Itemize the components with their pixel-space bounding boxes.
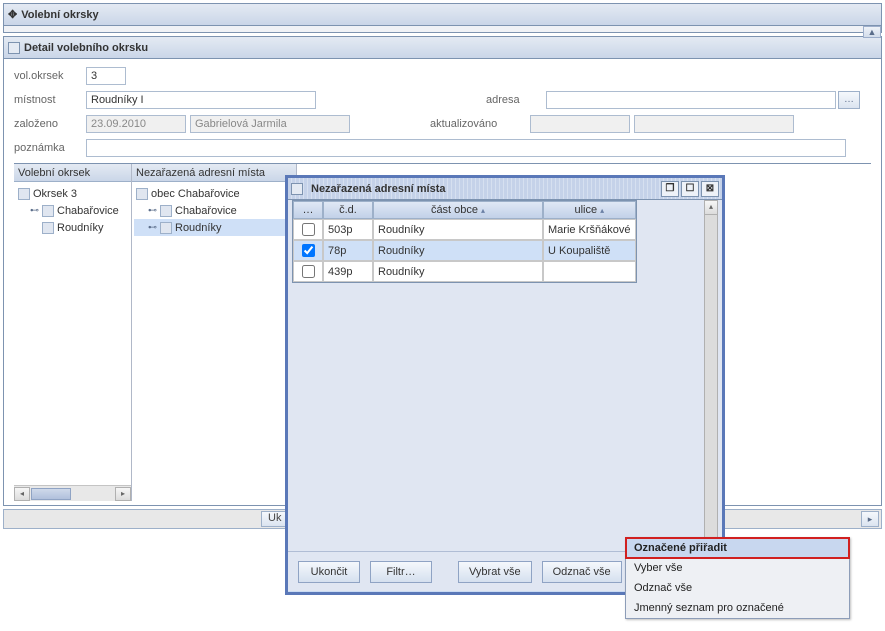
poznamka-label: poznámka [14,142,86,154]
aktualizovano-date-input [530,115,630,133]
node-icon [18,188,30,200]
window-icon [8,42,20,54]
scroll-thumb[interactable] [31,488,71,500]
tree-nezarazena: Nezařazená adresní místa obec Chabařovic… [132,164,297,501]
row-checkbox[interactable] [302,223,315,236]
adresa-browse-button[interactable]: … [838,91,860,109]
volebni-okrsky-title: Volební okrsky [21,9,98,21]
move-icon: ✥ [8,8,17,21]
v-scrollbar[interactable]: ▴ [704,200,718,551]
volebni-okrsky-header: ✥ Volební okrsky [4,4,881,26]
scroll-left-icon[interactable]: ◂ [14,487,30,501]
node-icon [160,205,172,217]
tree-node[interactable]: ⊷ Chabařovice [16,202,129,219]
tree-node[interactable]: ⊷ Roudníky [134,219,294,236]
volebni-okrsky-panel: ✥ Volební okrsky ▲ [3,3,882,33]
filtr-button[interactable]: Filtr… [370,561,432,583]
ukoncit-button[interactable]: Ukončit [298,561,360,583]
adresa-input[interactable] [546,91,836,109]
zalozeno-date-input [86,115,186,133]
address-table: … č.d. část obce▴ ulice▴ 503p Roudníky M… [292,200,637,283]
tree-volebni-okrsek: Volební okrsek Okrsek 3 ⊷ Chabařovice Ro… [14,164,132,501]
col-checkbox[interactable]: … [293,201,323,219]
odznac-vse-button[interactable]: Odznač vše [542,561,622,583]
expander-icon[interactable]: ⊷ [30,206,39,215]
scroll-up-icon[interactable]: ▴ [705,201,717,215]
mistnost-input[interactable] [86,91,316,109]
collapse-icon[interactable]: ▲ [863,26,881,38]
table-row[interactable]: 439p Roudníky [293,261,636,282]
ctx-odznac-vse[interactable]: Odznač vše [626,578,849,598]
tree-mid-header: Nezařazená adresní místa [132,164,296,182]
vol-okrsek-label: vol.okrsek [14,70,86,82]
scroll-right-icon[interactable]: ▸ [861,511,879,527]
col-ulice[interactable]: ulice▴ [543,201,636,219]
ctx-jmenny-seznam[interactable]: Jmenný seznam pro označené [626,598,849,618]
nezarazena-dialog: Nezařazená adresní místa ❐ ☐ ⊠ … č.d. čá… [285,175,725,595]
context-menu: Označené přiřadit Vyber vše Odznač vše J… [625,537,850,619]
ctx-oznacene-priradit[interactable]: Označené přiřadit [626,538,849,558]
zalozeno-user-input [190,115,350,133]
node-icon [160,222,172,234]
aktualizovano-user-input [634,115,794,133]
restore-icon[interactable]: ❐ [661,181,679,197]
dialog-titlebar[interactable]: Nezařazená adresní místa ❐ ☐ ⊠ [288,178,722,200]
scroll-right-icon[interactable]: ▸ [115,487,131,501]
maximize-icon[interactable]: ☐ [681,181,699,197]
detail-header: Detail volebního okrsku [4,37,881,59]
node-icon [42,222,54,234]
close-icon[interactable]: ⊠ [701,181,719,197]
detail-title: Detail volebního okrsku [24,42,148,54]
col-cast-obce[interactable]: část obce▴ [373,201,543,219]
node-icon [42,205,54,217]
tree-node[interactable]: ⊷ Chabařovice [134,202,294,219]
tree-node[interactable]: Roudníky [16,219,129,236]
col-cd[interactable]: č.d. [323,201,373,219]
tree-node[interactable]: Okrsek 3 [16,185,129,202]
vol-okrsek-input[interactable] [86,67,126,85]
ctx-vyber-vse[interactable]: Vyber vše [626,558,849,578]
expander-icon[interactable]: ⊷ [148,223,157,232]
dialog-title: Nezařazená adresní místa [311,183,446,195]
row-checkbox[interactable] [302,244,315,257]
aktualizovano-label: aktualizováno [430,118,530,130]
sort-asc-icon: ▴ [481,206,485,215]
row-checkbox[interactable] [302,265,315,278]
vybrat-vse-button[interactable]: Vybrat vše [458,561,532,583]
h-scrollbar[interactable]: ◂ ▸ [14,485,131,501]
window-icon [291,183,303,195]
tree-node[interactable]: obec Chabařovice [134,185,294,202]
table-row[interactable]: 78p Roudníky U Koupaliště [293,240,636,261]
poznamka-input[interactable] [86,139,846,157]
adresa-label: adresa [486,94,546,106]
mistnost-label: místnost [14,94,86,106]
node-icon [136,188,148,200]
expander-icon[interactable]: ⊷ [148,206,157,215]
zalozeno-label: založeno [14,118,86,130]
sort-asc-icon: ▴ [600,206,604,215]
table-row[interactable]: 503p Roudníky Marie Kršňákové [293,219,636,240]
tree-left-header: Volební okrsek [14,164,131,182]
